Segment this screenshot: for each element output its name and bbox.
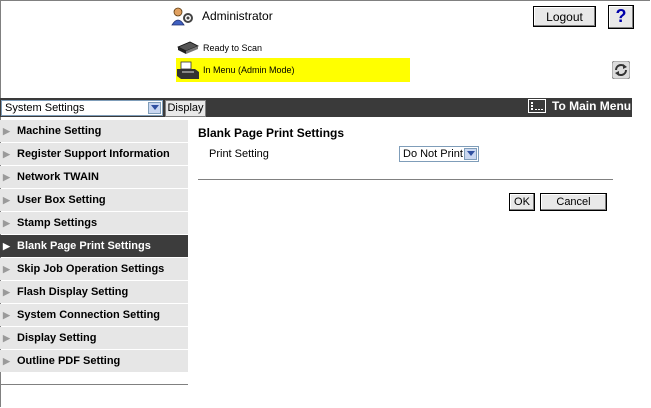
sidebar-item-skip-job-operation-settings[interactable]: ▶ Skip Job Operation Settings [0, 258, 188, 280]
triangle-right-icon: ▶ [3, 217, 10, 228]
triangle-right-icon: ▶ [3, 309, 10, 320]
print-setting-select[interactable]: Do Not Print [399, 146, 479, 162]
sidebar-item-network-twain[interactable]: ▶ Network TWAIN [0, 166, 188, 188]
printer-icon [176, 61, 200, 79]
to-main-menu-link[interactable]: To Main Menu [528, 99, 631, 113]
settings-category-select[interactable]: System Settings [1, 100, 163, 116]
sidebar-item-outline-pdf-setting[interactable]: ▶ Outline PDF Setting [0, 350, 188, 372]
sidebar-item-label: Register Support Information [17, 148, 170, 160]
refresh-button[interactable] [610, 60, 632, 80]
chevron-down-icon[interactable] [464, 148, 477, 160]
to-main-menu-label: To Main Menu [552, 99, 632, 113]
triangle-right-icon: ▶ [3, 332, 10, 343]
sidebar: ▶ Machine Setting ▶ Register Support Inf… [0, 120, 188, 373]
sidebar-item-label: Network TWAIN [17, 171, 99, 183]
sidebar-item-machine-setting[interactable]: ▶ Machine Setting [0, 120, 188, 142]
triangle-right-icon: ▶ [3, 263, 10, 274]
chevron-down-icon[interactable] [148, 102, 161, 114]
user-name: Administrator [202, 9, 273, 23]
content-divider [198, 179, 613, 180]
triangle-right-icon: ▶ [3, 148, 10, 159]
triangle-right-icon: ▶ [3, 355, 10, 366]
sidebar-item-label: Flash Display Setting [17, 286, 129, 298]
sidebar-item-label: Machine Setting [17, 125, 102, 137]
settings-category-value: System Settings [5, 102, 85, 114]
sidebar-item-system-connection-setting[interactable]: ▶ System Connection Setting [0, 304, 188, 326]
sidebar-item-label: Skip Job Operation Settings [17, 263, 165, 275]
sidebar-item-label: User Box Setting [17, 194, 106, 206]
status-ready-text: Ready to Scan [203, 43, 263, 53]
refresh-icon [612, 61, 630, 79]
status-mode: In Menu (Admin Mode) [176, 58, 410, 82]
sidebar-item-blank-page-print-settings[interactable]: ▶ Blank Page Print Settings [0, 235, 188, 257]
sidebar-item-flash-display-setting[interactable]: ▶ Flash Display Setting [0, 281, 188, 303]
sidebar-item-label: Stamp Settings [17, 217, 98, 229]
help-button[interactable]: ? [608, 5, 634, 29]
sidebar-item-label: System Connection Setting [17, 309, 161, 321]
scanner-icon [176, 39, 200, 57]
sidebar-item-label: Outline PDF Setting [17, 355, 121, 367]
sidebar-item-display-setting[interactable]: ▶ Display Setting [0, 327, 188, 349]
ok-button[interactable]: OK [509, 193, 535, 211]
sidebar-item-register-support-information[interactable]: ▶ Register Support Information [0, 143, 188, 165]
print-setting-value: Do Not Print [403, 148, 463, 160]
sidebar-item-user-box-setting[interactable]: ▶ User Box Setting [0, 189, 188, 211]
triangle-right-icon: ▶ [3, 194, 10, 205]
triangle-right-icon: ▶ [3, 171, 10, 182]
page-title: Blank Page Print Settings [198, 126, 345, 140]
sidebar-item-label: Blank Page Print Settings [17, 240, 151, 252]
admin-user-icon [170, 6, 196, 26]
sidebar-divider [0, 384, 188, 385]
status-ready: Ready to Scan [176, 39, 262, 57]
user-indicator: Administrator [170, 6, 273, 26]
triangle-right-icon: ▶ [3, 286, 10, 297]
cancel-button[interactable]: Cancel [540, 193, 607, 211]
sidebar-item-stamp-settings[interactable]: ▶ Stamp Settings [0, 212, 188, 234]
triangle-right-icon: ▶ [3, 240, 10, 251]
sidebar-item-label: Display Setting [17, 332, 97, 344]
display-button[interactable]: Display [165, 100, 206, 117]
print-setting-label: Print Setting [209, 148, 269, 160]
main-menu-icon [528, 99, 546, 113]
triangle-right-icon: ▶ [3, 125, 10, 136]
status-mode-text: In Menu (Admin Mode) [203, 65, 295, 75]
logout-button[interactable]: Logout [533, 6, 596, 27]
